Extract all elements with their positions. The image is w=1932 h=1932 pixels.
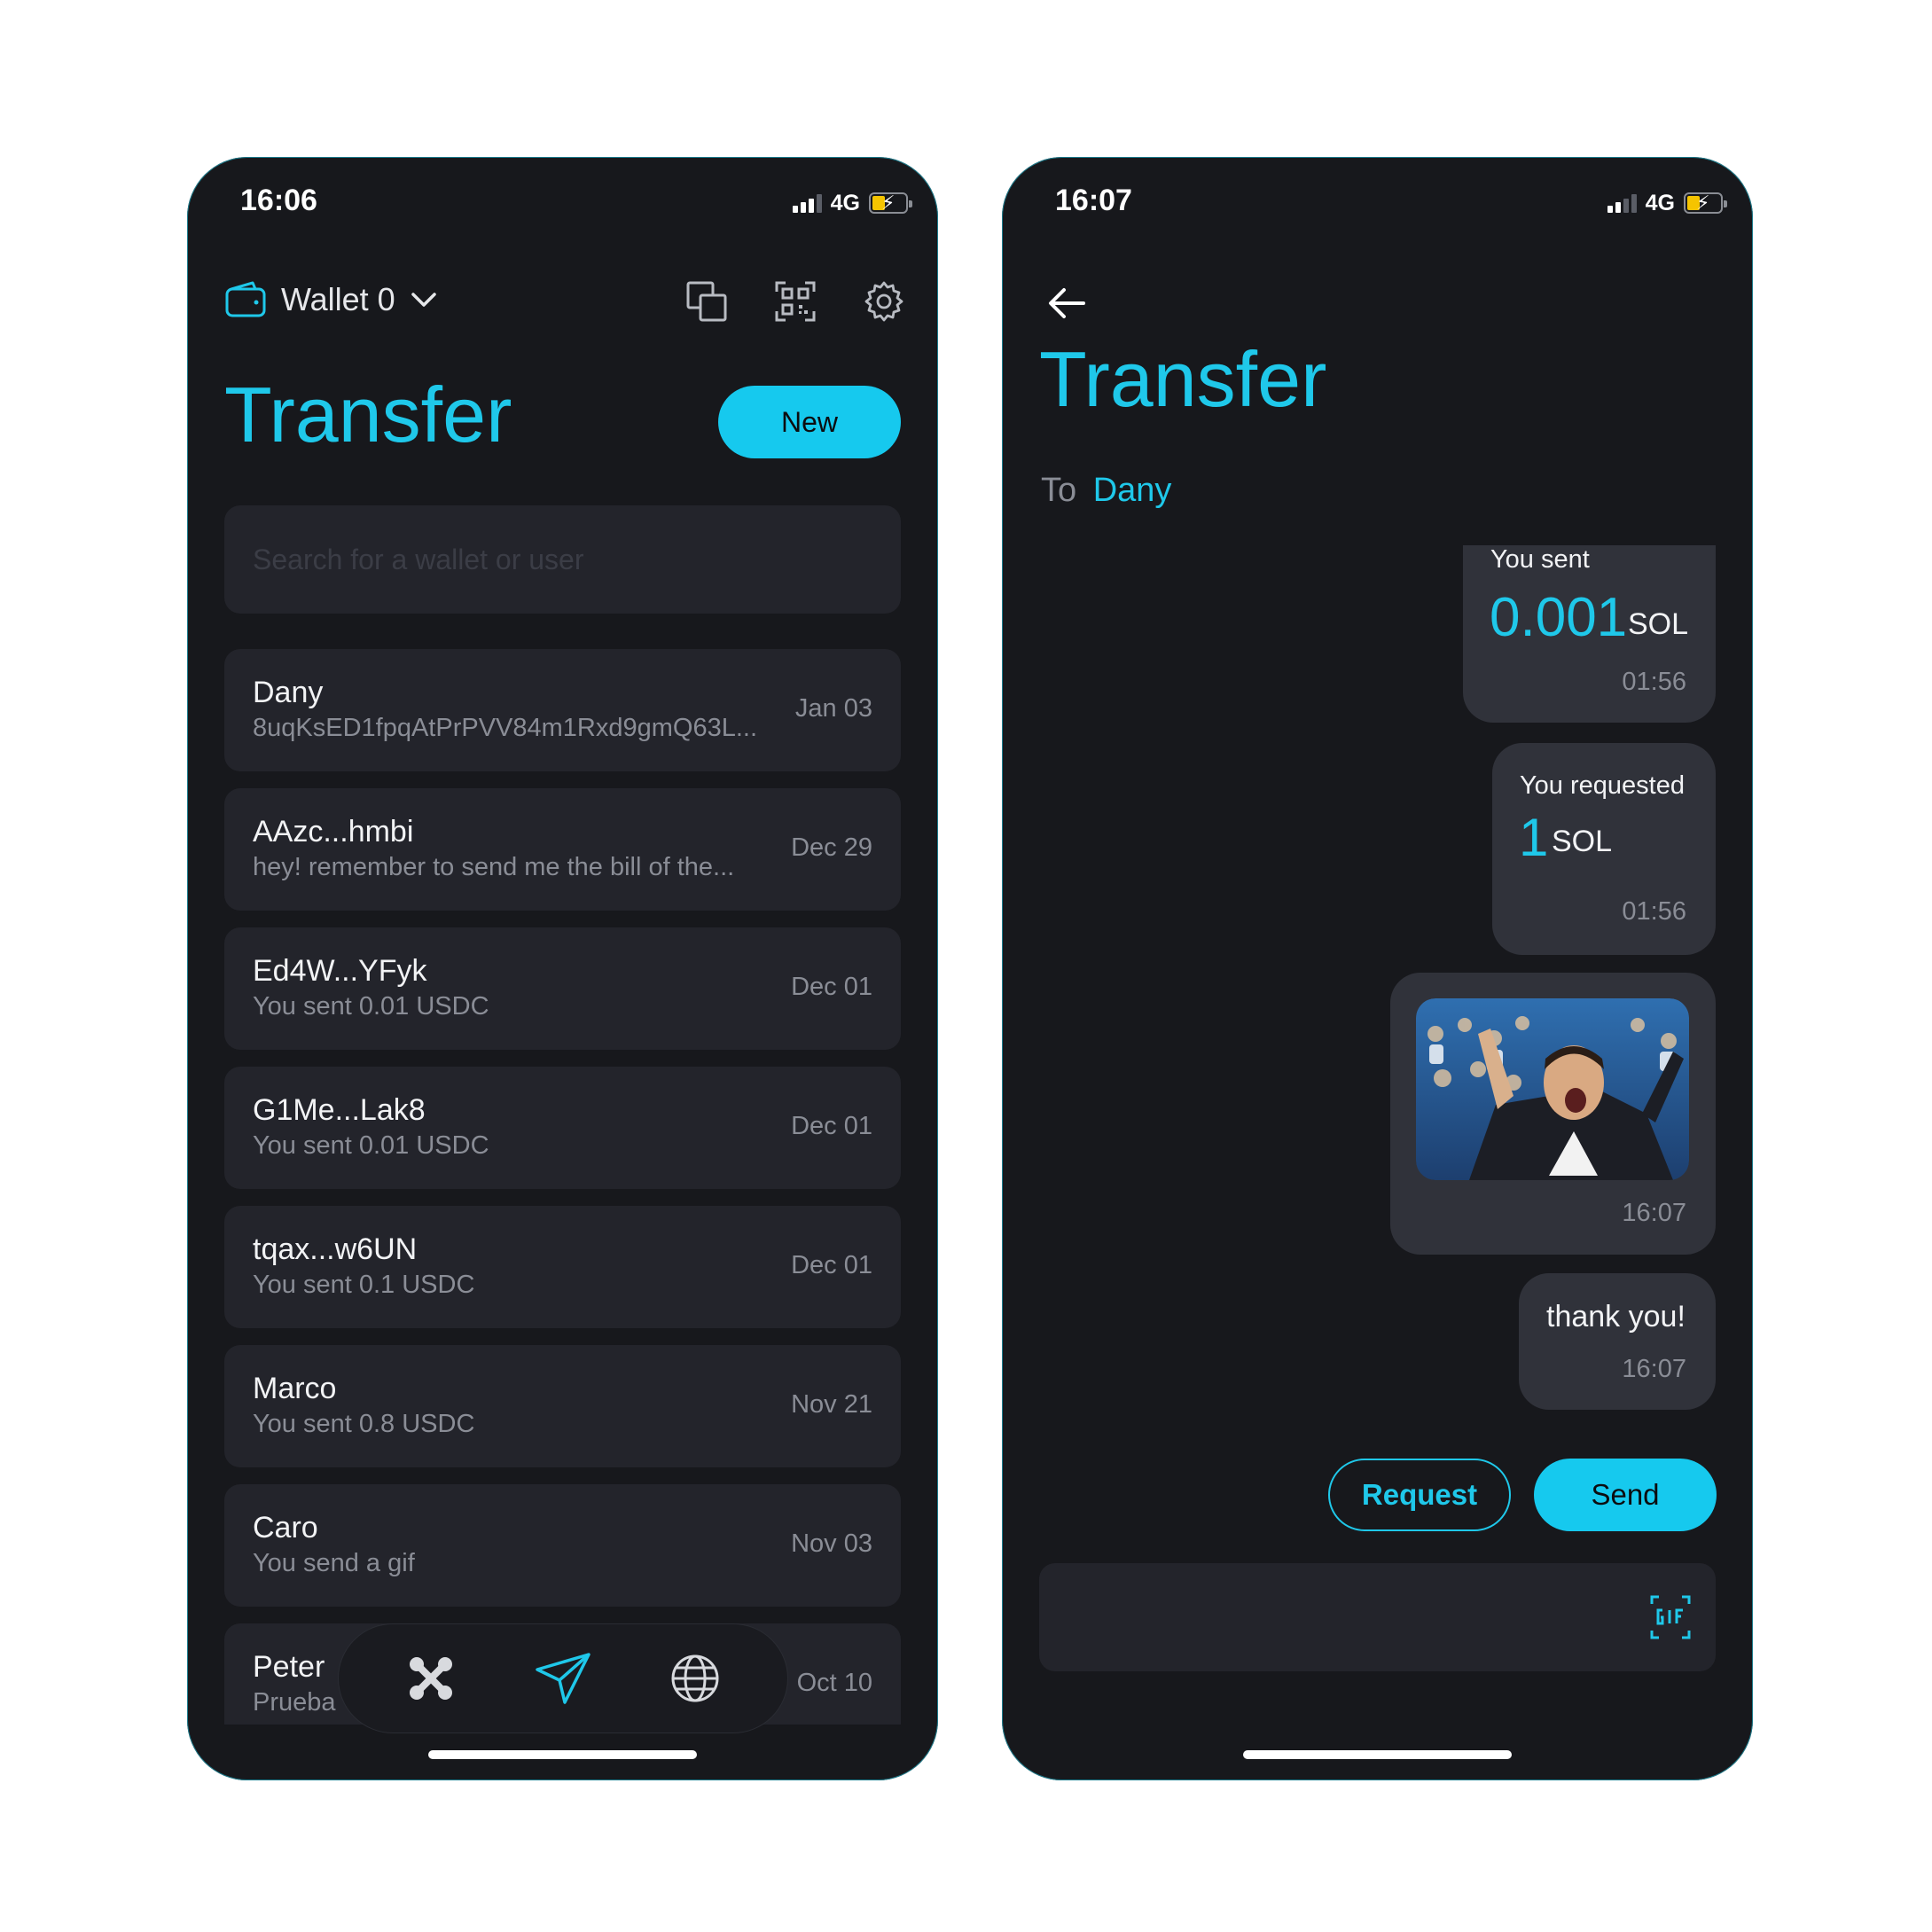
home-indicator[interactable] — [1243, 1750, 1512, 1759]
qr-code-icon — [775, 281, 816, 322]
status-indicators: 4G ⚡ — [792, 190, 912, 215]
item-date: Dec 01 — [791, 1251, 872, 1279]
request-payment-bubble[interactable]: You requested 1 SOL 01:56 — [1492, 743, 1716, 955]
tab-explore[interactable] — [664, 1647, 726, 1709]
home-indicator[interactable] — [428, 1750, 697, 1759]
item-date: Dec 01 — [791, 973, 872, 1001]
item-name: Caro — [253, 1511, 318, 1545]
list-item[interactable]: Caro You send a gif Nov 03 — [224, 1484, 901, 1607]
list-item[interactable]: Dany 8uqKsED1fpqAtPrPVV84m1Rxd9gmQ63L...… — [224, 649, 901, 771]
bubble-unit: SOL — [1628, 607, 1689, 641]
list-item[interactable]: AAzc...hmbi hey! remember to send me the… — [224, 788, 901, 911]
item-date: Nov 03 — [791, 1529, 872, 1558]
battery-icon: ⚡ — [1684, 192, 1727, 214]
item-subtitle: You send a gif — [253, 1549, 415, 1577]
bubble-time: 01:56 — [1622, 668, 1686, 696]
page-title: Transfer — [224, 371, 512, 458]
tab-send[interactable] — [532, 1647, 594, 1709]
send-icon — [536, 1653, 591, 1704]
transfer-list-screen: 16:06 4G ⚡ Wallet 0 Transfer New Search … — [187, 157, 938, 1780]
list-item[interactable]: G1Me...Lak8 You sent 0.01 USDC Dec 01 — [224, 1067, 901, 1189]
item-date: Oct 10 — [796, 1669, 872, 1697]
network-label: 4G — [1645, 190, 1675, 215]
request-button[interactable]: Request — [1328, 1459, 1511, 1531]
bubble-amount: 0.001 — [1490, 587, 1628, 648]
to-label: To — [1041, 472, 1077, 509]
bubble-time: 16:07 — [1622, 1199, 1686, 1227]
text-message-bubble[interactable]: thank you! 16:07 — [1519, 1273, 1716, 1410]
item-date: Dec 29 — [791, 833, 872, 862]
copy-icon — [686, 281, 727, 322]
search-input[interactable] — [224, 505, 901, 614]
bubble-unit: SOL — [1552, 825, 1613, 858]
item-date: Nov 21 — [791, 1390, 872, 1419]
bubble-time: 16:07 — [1622, 1355, 1686, 1383]
transfer-chat-screen: 16:07 4G ⚡ Transfer To Dany You sent 0.0… — [1002, 157, 1753, 1780]
bubble-amount: 1 — [1519, 808, 1549, 867]
item-subtitle: You sent 0.01 USDC — [253, 1131, 489, 1160]
status-time: 16:07 — [1055, 184, 1132, 217]
send-button[interactable]: Send — [1534, 1459, 1717, 1531]
list-item[interactable]: tqax...w6UN You sent 0.1 USDC Dec 01 — [224, 1206, 901, 1328]
item-subtitle: You sent 0.8 USDC — [253, 1410, 475, 1438]
apps-icon — [410, 1657, 453, 1700]
status-time: 16:06 — [240, 184, 317, 217]
chevron-down-icon — [411, 293, 436, 307]
item-subtitle: You sent 0.1 USDC — [253, 1271, 475, 1299]
gif-icon[interactable] — [1650, 1595, 1691, 1639]
list-item[interactable]: Marco You sent 0.8 USDC Nov 21 — [224, 1345, 901, 1467]
recipient-name[interactable]: Dany — [1093, 472, 1172, 509]
item-name: Dany — [253, 676, 324, 709]
tab-bar — [338, 1623, 788, 1733]
header-actions — [684, 279, 906, 324]
back-arrow-icon[interactable] — [1044, 281, 1089, 325]
settings-button[interactable] — [862, 279, 906, 324]
status-indicators: 4G ⚡ — [1607, 190, 1727, 215]
globe-icon — [671, 1654, 719, 1702]
conversation-list: Dany 8uqKsED1fpqAtPrPVV84m1Rxd9gmQ63L...… — [224, 649, 901, 1741]
item-name: AAzc...hmbi — [253, 815, 414, 849]
item-subtitle: Prueba — [253, 1688, 336, 1717]
item-name: Ed4W...YFyk — [253, 954, 427, 988]
item-subtitle: hey! remember to send me the bill of the… — [253, 853, 735, 881]
bubble-label: You requested — [1520, 771, 1685, 800]
qr-scan-button[interactable] — [773, 279, 817, 324]
network-label: 4G — [830, 190, 860, 215]
item-name: Peter — [253, 1650, 325, 1684]
bubble-label: You sent — [1490, 545, 1590, 574]
item-subtitle: You sent 0.01 USDC — [253, 992, 489, 1021]
copy-button[interactable] — [684, 279, 729, 324]
item-name: Marco — [253, 1372, 337, 1405]
battery-icon: ⚡ — [869, 192, 912, 214]
gear-icon — [864, 281, 903, 322]
signal-icon — [792, 193, 822, 213]
item-name: tqax...w6UN — [253, 1232, 418, 1266]
bubble-time: 01:56 — [1622, 897, 1686, 926]
wallet-selector[interactable]: Wallet 0 — [224, 281, 438, 318]
item-subtitle: 8uqKsED1fpqAtPrPVV84m1Rxd9gmQ63L... — [253, 714, 758, 742]
sent-payment-bubble[interactable]: You sent 0.001 SOL 01:56 — [1463, 545, 1716, 723]
message-text: thank you! — [1546, 1300, 1686, 1334]
tab-apps[interactable] — [400, 1647, 462, 1709]
wallet-label: Wallet 0 — [281, 281, 395, 317]
wallet-icon — [225, 281, 266, 317]
item-date: Jan 03 — [794, 694, 872, 723]
signal-icon — [1607, 193, 1637, 213]
page-title: Transfer — [1039, 335, 1327, 423]
item-date: Dec 01 — [791, 1112, 872, 1140]
new-transfer-button[interactable]: New — [718, 386, 901, 458]
message-input[interactable] — [1039, 1563, 1716, 1671]
gif-message-bubble[interactable]: 16:07 — [1390, 973, 1716, 1255]
item-name: G1Me...Lak8 — [253, 1093, 426, 1127]
celebration-gif-image[interactable] — [1416, 998, 1689, 1180]
list-item[interactable]: Ed4W...YFyk You sent 0.01 USDC Dec 01 — [224, 927, 901, 1050]
recipient-row: To Dany — [1041, 472, 1171, 510]
